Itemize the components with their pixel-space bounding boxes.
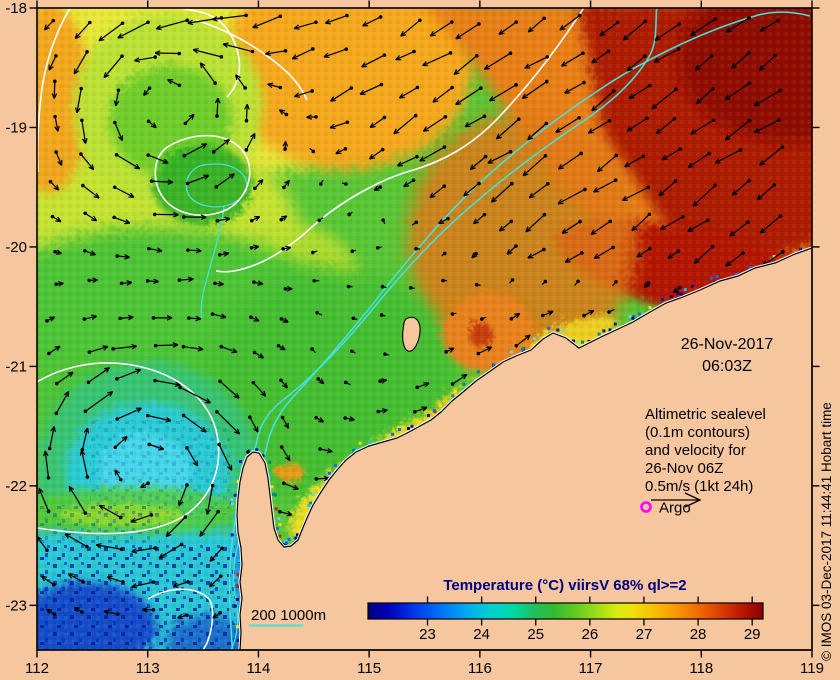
svg-text:(0.1m contours): (0.1m contours) [645,424,750,441]
colorbar-tick-label: 26 [582,626,599,643]
lon-tick-label: 117 [579,660,603,677]
lon-tick-label: 119 [800,660,824,677]
colorbar-tick-label: 29 [744,626,761,643]
svg-text:Altimetric sealevel: Altimetric sealevel [645,406,766,423]
lat-tick-label: -19 [5,119,27,136]
colorbar-tick-label: 28 [690,626,707,643]
lat-tick-label: -18 [5,0,27,17]
lat-tick-label: -23 [5,597,27,614]
lat-tick-label: -22 [5,478,27,495]
colorbar-tick-label: 27 [636,626,653,643]
lon-tick-label: 114 [246,660,270,677]
map-date: 26-Nov-2017 [681,336,774,353]
lon-tick-label: 116 [468,660,492,677]
depth-contour-legend: 200 1000m [249,607,326,627]
sst-map: 112 113 114 115 116 117 118 119 -18 -19 -20 -21 -22 -… [5,0,834,677]
svg-text:and velocity for: and velocity for [645,442,746,459]
svg-text:0.5m/s (1kt 24h): 0.5m/s (1kt 24h) [645,478,753,495]
colorbar-tick-label: 25 [527,626,544,643]
svg-text:26-Nov 06Z: 26-Nov 06Z [645,460,723,477]
lat-tick-label: -21 [5,358,27,375]
sst-speckle-noise [40,545,235,650]
lon-tick-label: 113 [136,660,160,677]
depth-legend-label: 200 1000m [251,607,326,624]
lon-tick-label: 118 [689,660,713,677]
map-time: 06:03Z [702,358,752,375]
colorbar-tick-label: 23 [419,626,436,643]
sst-map-figure: 112 113 114 115 116 117 118 119 -18 -19 -20 -21 -22 -… [0,0,840,680]
lat-tick-label: -20 [5,239,27,256]
colorbar-gradient [367,602,764,620]
argo-label: Argo [659,500,691,517]
colorbar-tick-label: 24 [473,626,490,643]
lon-tick-label: 115 [357,660,381,677]
imos-credit: © IMOS 03-Dec-2017 11:44:41 Hobart time [819,402,834,661]
lon-tick-label: 112 [25,660,49,677]
colorbar-title: Temperature (°C) viirsV 68% ql>=2 [443,577,686,594]
